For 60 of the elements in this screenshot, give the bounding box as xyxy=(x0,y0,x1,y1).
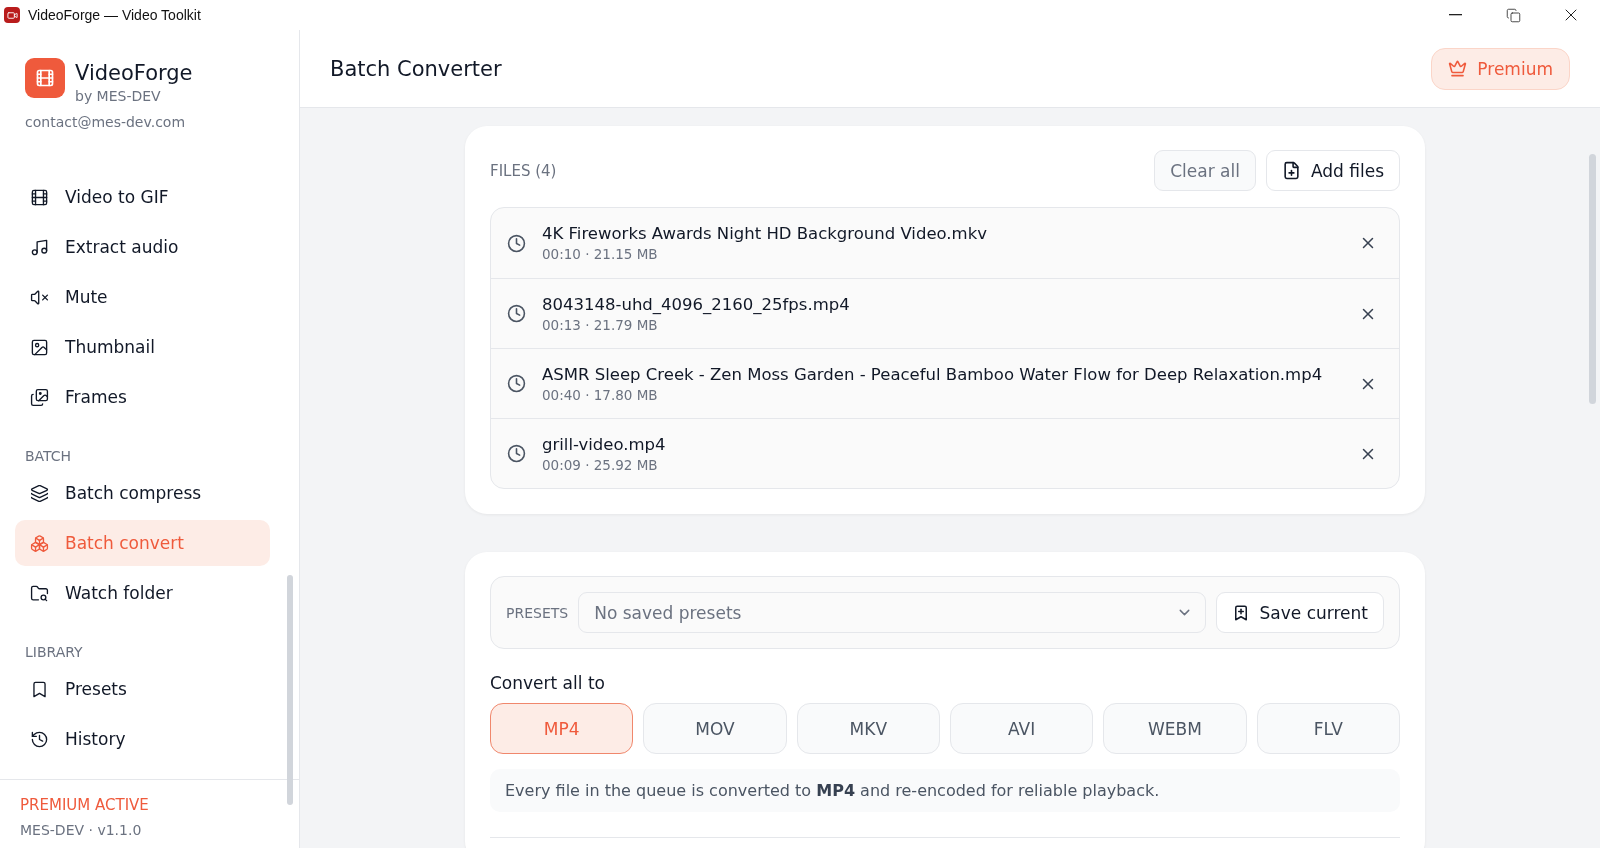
file-name: ASMR Sleep Creek - Zen Moss Garden - Peaceful Bamboo Water Flow for Deep Relaxation.mp4 xyxy=(542,364,1324,384)
files-heading: FILES (4) xyxy=(490,161,558,180)
image-icon xyxy=(30,337,49,357)
format-option[interactable]: WEBM xyxy=(1103,703,1247,754)
format-option[interactable]: MOV xyxy=(643,703,787,754)
file-meta: 00:09 · 25.92 MB xyxy=(542,456,659,473)
sidebar-item[interactable]: Thumbnail xyxy=(15,324,270,370)
crown-icon xyxy=(1448,59,1468,78)
brand-name: VideoForge xyxy=(75,60,193,86)
premium-status: PREMIUM ACTIVE xyxy=(20,796,150,814)
contact-email: contact@mes-dev.com xyxy=(24,113,187,130)
file-meta: 00:10 · 21.15 MB xyxy=(542,246,659,262)
scrollbar[interactable] xyxy=(1589,154,1596,404)
clock-icon xyxy=(507,304,526,323)
file-meta: 00:40 · 17.80 MB xyxy=(542,386,659,403)
sidebar-item[interactable]: Extract audio xyxy=(15,224,270,270)
format-option[interactable]: MKV xyxy=(796,703,940,754)
sidebar-item[interactable]: Watch folder xyxy=(15,570,270,616)
sidebar-item[interactable]: Frames xyxy=(15,374,270,420)
file-name: 8043148-uhd_4096_2160_25fps.mp4 xyxy=(542,294,851,314)
restore-icon xyxy=(1505,7,1521,23)
images-icon xyxy=(30,387,49,407)
format-option[interactable]: AVI xyxy=(950,703,1094,754)
window-title: VideoForge — Video Toolkit xyxy=(28,7,201,23)
page-title: Batch Converter xyxy=(330,56,502,81)
layers-icon xyxy=(30,483,49,503)
sidebar-item[interactable]: Presets xyxy=(15,666,270,712)
file-plus-icon xyxy=(1281,161,1301,180)
app-icon xyxy=(4,7,20,23)
section-heading: LIBRARY xyxy=(24,643,84,662)
clock-icon xyxy=(507,233,526,253)
bookmark-icon xyxy=(30,679,49,699)
history-icon xyxy=(30,729,49,749)
folder-search-icon xyxy=(30,583,49,603)
clock-icon xyxy=(507,444,526,463)
format-option[interactable]: FLV xyxy=(1256,703,1400,754)
file-name: 4K Fireworks Awards Night HD Background Video.mkv xyxy=(542,224,988,243)
save-current-button[interactable]: Save current xyxy=(1215,592,1384,633)
add-files-button[interactable]: Add files xyxy=(1265,150,1400,191)
minimize-icon xyxy=(1448,14,1462,16)
presets-dropdown[interactable]: No saved presets xyxy=(578,592,1206,633)
sidebar-item[interactable]: History xyxy=(15,716,270,762)
presets-label: PRESETS xyxy=(506,604,569,621)
sidebar-item[interactable]: Mute xyxy=(15,274,270,320)
version-label: MES-DEV · v1.1.0 xyxy=(20,822,143,838)
boxes-icon xyxy=(30,533,49,553)
clock-icon xyxy=(507,374,526,393)
sidebar-item[interactable]: Batch compress xyxy=(15,470,270,516)
file-name: grill-video.mp4 xyxy=(542,434,667,454)
convert-label: Convert all to xyxy=(490,673,606,693)
file-meta: 00:13 · 21.79 MB xyxy=(542,316,659,333)
scrollbar[interactable] xyxy=(287,575,293,805)
brand-byline: by MES-DEV xyxy=(75,88,162,104)
film-icon xyxy=(30,187,49,207)
clear-all-button[interactable]: Clear all xyxy=(1154,150,1256,191)
section-heading: BATCH xyxy=(24,447,73,466)
sidebar-item[interactable]: Video to GIF xyxy=(15,174,270,220)
app-logo xyxy=(25,58,65,98)
music-note-icon xyxy=(30,237,49,257)
conversion-note: Every file in the queue is converted to MP4 and re-encoded for reliable playback. xyxy=(490,769,1400,812)
